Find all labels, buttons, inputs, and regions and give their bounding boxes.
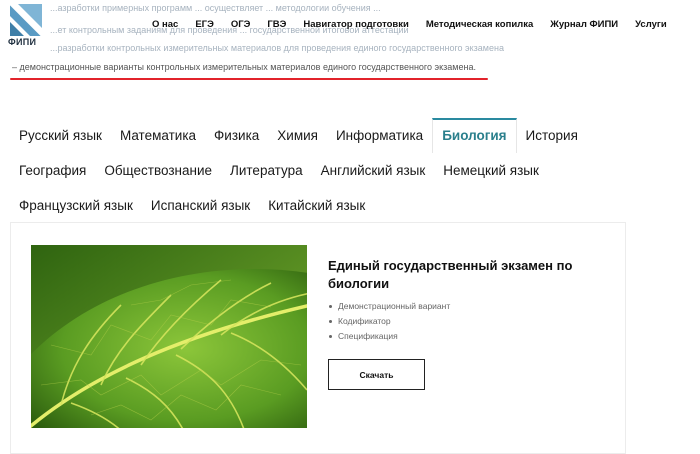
tab-biology[interactable]: Биология bbox=[432, 118, 517, 153]
list-item-demo[interactable]: Демонстрационный вариант bbox=[328, 299, 450, 314]
exam-card: Единый государственный экзамен по биолог… bbox=[10, 222, 626, 454]
nav-ege[interactable]: ЕГЭ bbox=[195, 19, 213, 30]
nav-journal[interactable]: Журнал ФИПИ bbox=[550, 19, 618, 30]
tab-chemistry[interactable]: Химия bbox=[268, 118, 327, 153]
background-text-line: ...разработки контрольных измерительных … bbox=[50, 43, 504, 53]
nav-services[interactable]: Услуги bbox=[635, 19, 667, 30]
background-text-line: ...азработки примерных программ ... осущ… bbox=[50, 3, 381, 13]
leaf-illustration bbox=[31, 245, 307, 428]
document-list: Демонстрационный вариант Кодификатор Спе… bbox=[328, 299, 450, 344]
highlight-underline bbox=[10, 78, 488, 80]
card-title: Единый государственный экзамен по биолог… bbox=[328, 258, 573, 291]
nav-method-bank[interactable]: Методическая копилка bbox=[426, 19, 533, 30]
tab-russian[interactable]: Русский язык bbox=[10, 118, 111, 153]
tab-math[interactable]: Математика bbox=[111, 118, 205, 153]
tab-german[interactable]: Немецкий язык bbox=[434, 153, 548, 188]
nav-gve[interactable]: ГВЭ bbox=[267, 19, 286, 30]
tab-row: География Обществознание Литература Англ… bbox=[10, 153, 650, 188]
fipi-logo[interactable]: ФИПИ bbox=[8, 4, 46, 50]
tab-geography[interactable]: География bbox=[10, 153, 95, 188]
leaf-image bbox=[31, 245, 307, 428]
nav-oge[interactable]: ОГЭ bbox=[231, 19, 251, 30]
subject-tabs: Русский язык Математика Физика Химия Инф… bbox=[10, 118, 650, 223]
nav-about[interactable]: О нас bbox=[152, 19, 178, 30]
tab-social-studies[interactable]: Обществознание bbox=[95, 153, 221, 188]
download-button[interactable]: Скачать bbox=[328, 359, 425, 390]
list-item-codifier[interactable]: Кодификатор bbox=[328, 314, 450, 329]
nav-navigator[interactable]: Навигатор подготовки bbox=[303, 19, 408, 30]
tab-literature[interactable]: Литература bbox=[221, 153, 312, 188]
tab-history[interactable]: История bbox=[517, 118, 587, 153]
tab-spanish[interactable]: Испанский язык bbox=[142, 188, 259, 223]
tab-row: Русский язык Математика Физика Химия Инф… bbox=[10, 118, 650, 153]
site-header: ФИПИ ...азработки примерных программ ...… bbox=[0, 0, 700, 64]
main-nav: О нас ЕГЭ ОГЭ ГВЭ Навигатор подготовки М… bbox=[152, 19, 667, 30]
logo-text: ФИПИ bbox=[8, 37, 37, 47]
tab-physics[interactable]: Физика bbox=[205, 118, 268, 153]
tab-row: Французский язык Испанский язык Китайски… bbox=[10, 188, 650, 223]
tab-informatics[interactable]: Информатика bbox=[327, 118, 432, 153]
tab-french[interactable]: Французский язык bbox=[10, 188, 142, 223]
tab-english[interactable]: Английский язык bbox=[312, 153, 435, 188]
fipi-logo-icon bbox=[10, 4, 42, 36]
intro-text: – демонстрационные варианты контрольных … bbox=[12, 62, 476, 72]
list-item-specification[interactable]: Спецификация bbox=[328, 329, 450, 344]
tab-chinese[interactable]: Китайский язык bbox=[259, 188, 374, 223]
